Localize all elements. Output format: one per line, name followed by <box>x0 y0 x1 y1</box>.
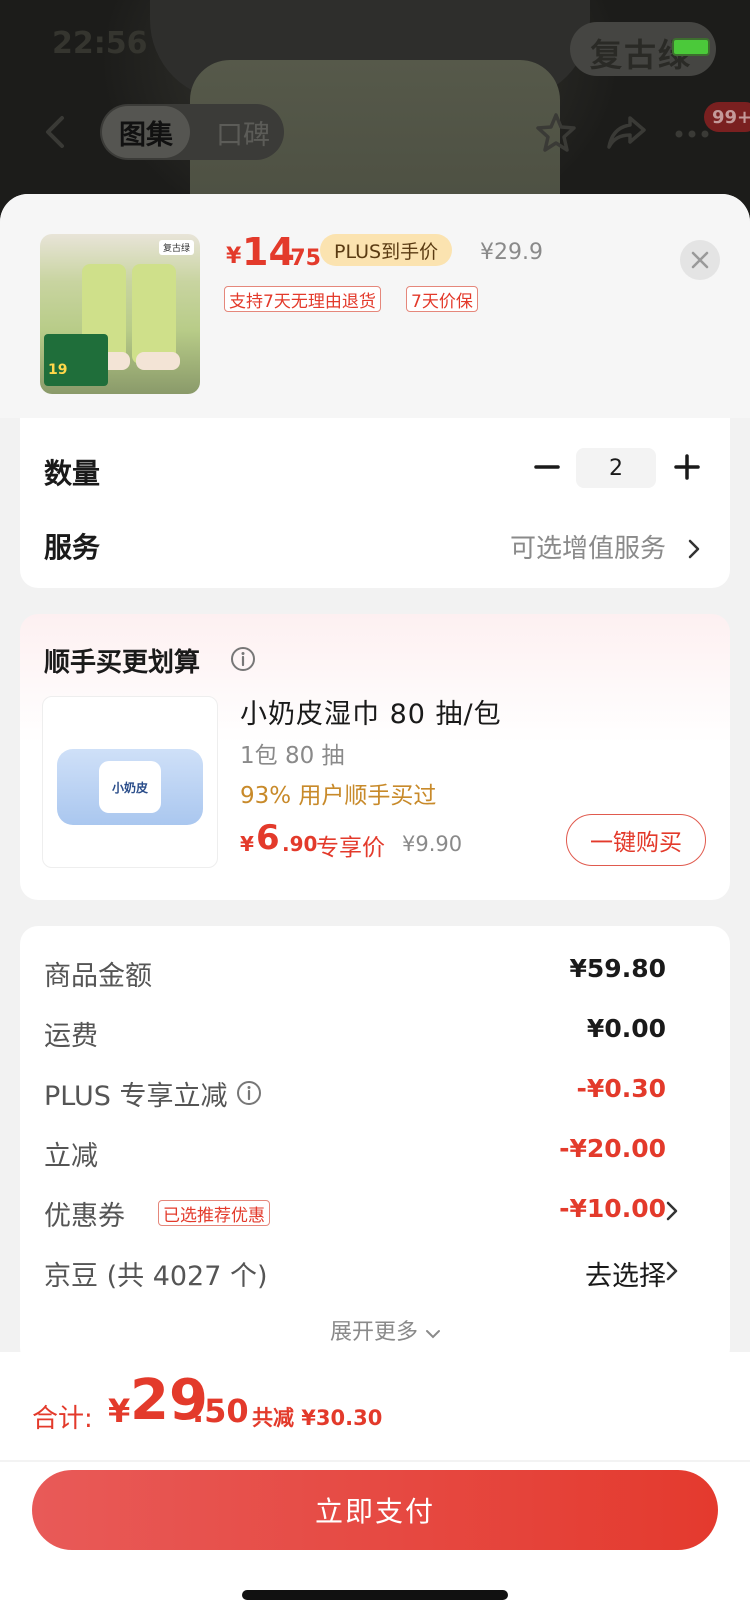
fee-row-jingdou[interactable]: 京豆 (共 4027 个) 去选择 <box>20 1246 730 1296</box>
info-icon[interactable] <box>236 1080 262 1106</box>
fee-row-coupon[interactable]: 优惠券 已选推荐优惠 -¥10.00 <box>20 1186 730 1236</box>
message-count-badge: 99+ <box>704 102 750 132</box>
total-saved: 共减 ¥30.30 <box>252 1406 383 1430</box>
total-currency: ¥ <box>108 1392 131 1430</box>
pay-now-button[interactable]: 立即支付 <box>32 1470 718 1550</box>
fee-row-goods: 商品金额 ¥59.80 <box>20 946 730 996</box>
fee-label: PLUS 专享立减 <box>44 1081 228 1112</box>
fee-breakdown-card: 商品金额 ¥59.80 运费 ¥0.00 PLUS 专享立减 -¥0.30 立减… <box>20 926 730 1366</box>
price-decimal: .75 <box>282 246 321 271</box>
wipes-pack-label: 小奶皮 <box>99 761 161 813</box>
addon-price-currency: ¥ <box>240 832 254 856</box>
fee-value[interactable]: 去选择 <box>585 1254 666 1293</box>
coupon-selected-tag: 已选推荐优惠 <box>158 1200 270 1226</box>
chevron-right-icon[interactable] <box>664 1260 680 1282</box>
fee-label: 商品金额 <box>44 961 152 992</box>
fee-label: 优惠券 <box>44 1201 125 1232</box>
expand-more-button[interactable]: 展开更多 <box>330 1314 441 1346</box>
addon-product-image[interactable]: 小奶皮 <box>42 696 218 868</box>
addon-title: 顺手买更划算 <box>44 648 201 678</box>
addon-original-price: ¥9.90 <box>402 832 463 856</box>
fee-label: 京豆 (共 4027 个) <box>44 1261 268 1292</box>
thumb-promo-block <box>44 334 108 386</box>
back-icon[interactable] <box>36 112 76 152</box>
total-label: 合计: <box>32 1404 93 1434</box>
addon-price-integer: 6 <box>256 818 280 858</box>
thumb-tag: 复古绿 <box>158 240 194 255</box>
thumb-leg-right <box>132 264 176 364</box>
fee-value: ¥0.00 <box>586 1014 666 1043</box>
quantity-input[interactable]: 2 <box>576 448 656 488</box>
addon-price-decimal: .90 <box>282 832 318 856</box>
chevron-down-icon <box>426 1330 441 1339</box>
expand-more-label: 展开更多 <box>330 1320 419 1345</box>
one-click-buy-button[interactable]: 一键购买 <box>566 814 706 866</box>
price-protect-tag: 7天价保 <box>406 286 478 312</box>
price-currency: ¥ <box>226 244 242 269</box>
options-card: 数量 2 服务 可选增值服务 <box>20 418 730 588</box>
product-header: 复古绿 19 ¥ 14 .75 PLUS到手价 ¥29.9 支持7天无理由退货 … <box>0 194 750 418</box>
status-time: 22:56 <box>52 26 148 61</box>
addon-name[interactable]: 小奶皮湿巾 80 抽/包 <box>240 692 502 731</box>
total-decimal: .50 <box>192 1392 249 1430</box>
return-policy-tag: 支持7天无理由退货 <box>224 286 381 312</box>
service-selector[interactable]: 可选增值服务 <box>510 528 666 565</box>
fee-value: -¥10.00 <box>559 1194 666 1223</box>
home-indicator <box>242 1590 508 1600</box>
fee-value: ¥59.80 <box>569 954 666 983</box>
quantity-label: 数量 <box>44 457 101 490</box>
close-button[interactable] <box>680 240 720 280</box>
tab-reviews[interactable]: 口碑 <box>204 106 282 158</box>
fee-label: 运费 <box>44 1021 98 1052</box>
battery-icon <box>672 38 710 56</box>
addon-purchase-rate: 93% 用户顺手买过 <box>240 783 437 809</box>
product-thumbnail[interactable]: 复古绿 19 <box>40 234 200 394</box>
info-icon[interactable] <box>230 646 256 672</box>
divider <box>0 1460 750 1462</box>
share-icon[interactable] <box>604 110 648 154</box>
fee-label: 立减 <box>44 1141 98 1172</box>
tab-gallery[interactable]: 图集 <box>102 106 190 158</box>
quantity-increase-button[interactable] <box>672 452 702 482</box>
plus-price-badge: PLUS到手价 <box>320 234 453 266</box>
close-icon <box>691 251 709 269</box>
original-price: ¥29.9 <box>480 240 543 265</box>
star-icon[interactable] <box>534 110 578 154</box>
service-label: 服务 <box>44 531 101 564</box>
quantity-decrease-button[interactable] <box>532 452 562 482</box>
fee-value: -¥20.00 <box>559 1134 666 1163</box>
fee-value: -¥0.30 <box>576 1074 666 1103</box>
checkout-bar: 合计: ¥ 29 .50 共减 ¥30.30 立即支付 <box>0 1352 750 1624</box>
thumb-shoe-right <box>136 352 180 370</box>
fee-row-plus-discount: PLUS 专享立减 -¥0.30 <box>20 1066 730 1116</box>
addon-exclusive-label: 专享价 <box>316 835 385 861</box>
addon-spec: 1包 80 抽 <box>240 743 345 769</box>
chevron-right-icon[interactable] <box>664 1200 680 1222</box>
fee-row-shipping: 运费 ¥0.00 <box>20 1006 730 1056</box>
addon-card: 顺手买更划算 小奶皮 小奶皮湿巾 80 抽/包 1包 80 抽 93% 用户顺手… <box>20 614 730 900</box>
thumb-promo-price: 19 <box>48 362 68 378</box>
chevron-right-icon[interactable] <box>686 538 702 560</box>
fee-row-instant-discount: 立减 -¥20.00 <box>20 1126 730 1176</box>
